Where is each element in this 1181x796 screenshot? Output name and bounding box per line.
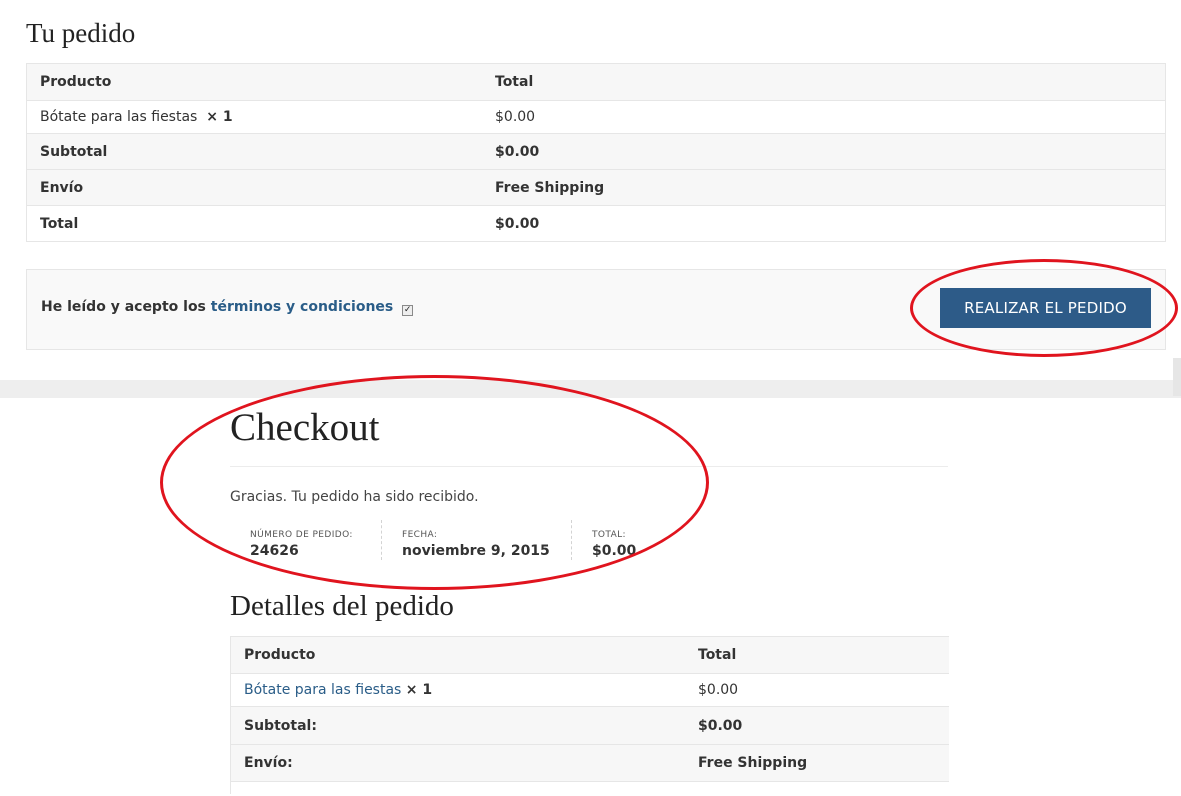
column-header-total: Total: [698, 647, 737, 663]
product-cell: Bótate para las fiestas × 1: [27, 101, 483, 134]
empty-cell: [685, 782, 949, 794]
product-total: $0.00: [698, 682, 739, 698]
table-header-row: Producto Total: [230, 636, 949, 674]
table-row: Subtotal: $0.00: [230, 706, 949, 745]
order-details-title: Detalles del pedido: [230, 590, 454, 622]
product-quantity: × 1: [405, 682, 433, 698]
column-header-product: Producto: [40, 74, 112, 90]
terms-prefix: He leído y acepto los: [41, 299, 211, 315]
order-date: FECHA: noviembre 9, 2015: [381, 520, 570, 560]
product-quantity: × 1: [206, 109, 233, 125]
product-total: $0.00: [495, 109, 536, 125]
total-value: $0.00: [495, 215, 540, 232]
table-row: Total $0.00: [26, 205, 1166, 242]
product-link[interactable]: Bótate para las fiestas: [244, 682, 401, 698]
subtotal-label: Subtotal: [40, 143, 108, 160]
order-review-table: Producto Total Bótate para las fiestas ×…: [26, 63, 1166, 242]
shipping-value: Free Shipping: [495, 179, 605, 196]
empty-cell: [231, 782, 686, 794]
order-total: TOTAL: $0.00: [571, 520, 672, 560]
table-row: Bótate para las fiestas × 1 $0.00: [230, 673, 949, 707]
place-order-panel: He leído y acepto los términos y condici…: [26, 269, 1166, 350]
product-cell: Bótate para las fiestas × 1: [231, 674, 686, 707]
shipping-label: Envío: [40, 179, 84, 196]
order-received-message: Gracias. Tu pedido ha sido recibido.: [230, 489, 479, 505]
table-row: Bótate para las fiestas × 1 $0.00: [26, 100, 1166, 134]
shipping-label: Envío:: [244, 755, 293, 771]
order-date-value: noviembre 9, 2015: [402, 543, 550, 559]
table-row: [230, 781, 949, 794]
order-total-value: $0.00: [592, 543, 637, 559]
checkbox-checked-icon[interactable]: ✓: [402, 305, 414, 316]
terms-label: He leído y acepto los términos y condici…: [41, 299, 414, 316]
title-divider: [230, 466, 948, 467]
column-header-total: Total: [495, 74, 534, 90]
screenshot-separator: [0, 380, 1181, 398]
subtotal-label: Subtotal:: [244, 717, 317, 734]
column-header-product: Producto: [244, 647, 316, 663]
order-number-label: NÚMERO DE PEDIDO:: [250, 530, 353, 540]
table-row: Subtotal $0.00: [26, 133, 1166, 170]
subtotal-value: $0.00: [495, 143, 540, 160]
order-review-title: Tu pedido: [26, 18, 136, 48]
table-header-row: Producto Total: [26, 63, 1166, 101]
place-order-button[interactable]: REALIZAR EL PEDIDO: [940, 288, 1151, 328]
order-number-value: 24626: [250, 543, 299, 559]
subtotal-value: $0.00: [698, 717, 743, 734]
scrollbar-fragment: [1173, 358, 1181, 396]
product-name: Bótate para las fiestas: [40, 109, 198, 125]
order-details-table: Producto Total Bótate para las fiestas ×…: [230, 636, 949, 794]
shipping-value: Free Shipping: [698, 755, 808, 771]
terms-link[interactable]: términos y condiciones: [211, 299, 394, 315]
order-total-label: TOTAL:: [592, 530, 626, 540]
page-title: Checkout: [230, 406, 380, 449]
order-number: NÚMERO DE PEDIDO: 24626: [230, 520, 380, 560]
table-row: Envío Free Shipping: [26, 169, 1166, 206]
table-row: Envío: Free Shipping: [230, 744, 949, 782]
order-date-label: FECHA:: [402, 530, 438, 540]
total-label: Total: [40, 215, 79, 232]
